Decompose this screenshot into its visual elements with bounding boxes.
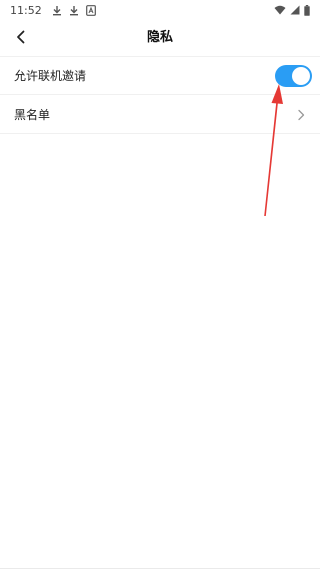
allow-invite-row: 允许联机邀请	[0, 57, 320, 95]
blacklist-row[interactable]: 黑名单	[0, 96, 320, 134]
wifi-icon	[274, 5, 286, 15]
download-icon	[69, 5, 78, 15]
allow-invite-label: 允许联机邀请	[14, 69, 87, 83]
allow-invite-toggle[interactable]	[275, 64, 312, 87]
battery-icon	[304, 4, 310, 16]
status-time: 11:52	[10, 3, 42, 17]
chevron-right-icon	[298, 109, 305, 120]
app-bar: 隐私	[0, 20, 320, 57]
chevron-left-icon	[17, 30, 25, 44]
blacklist-label: 黑名单	[14, 108, 51, 122]
download-icon	[52, 5, 61, 15]
toggle-knob	[292, 66, 310, 85]
status-right	[274, 4, 310, 16]
status-bar: 11:52	[0, 0, 320, 20]
status-left: 11:52	[10, 4, 96, 17]
page-title: 隐私	[146, 30, 173, 45]
back-button[interactable]	[8, 24, 34, 50]
signal-icon	[290, 5, 300, 15]
notification-app-icon	[85, 4, 96, 16]
